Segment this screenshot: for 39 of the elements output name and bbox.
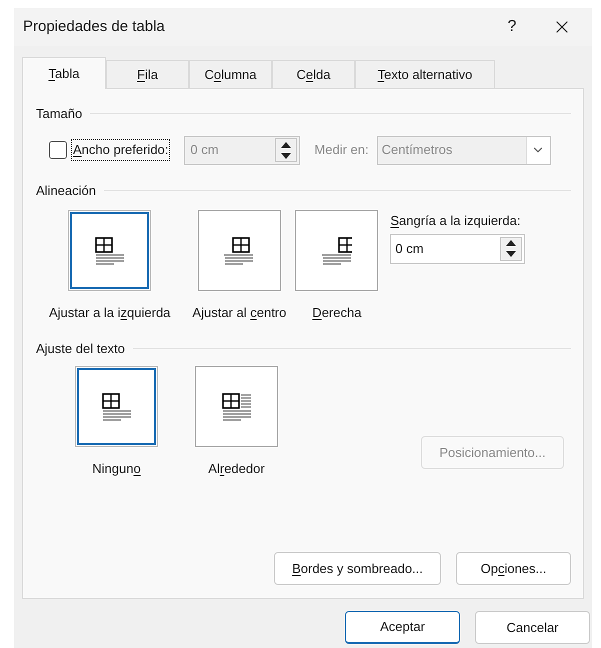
option-tile[interactable] (68, 210, 152, 291)
table-around-icon (222, 392, 252, 420)
down-arrow-icon (281, 152, 292, 158)
help-button[interactable]: ? (492, 15, 532, 39)
table-right-icon (322, 236, 352, 264)
dialog-button[interactable]: Aceptar (345, 611, 460, 644)
option-label: Ninguno (92, 460, 141, 478)
option-tile[interactable] (75, 366, 158, 447)
tab[interactable]: Tabla (22, 57, 106, 89)
table-center-icon (224, 236, 254, 264)
section-heading: Ajuste del texto (36, 340, 125, 358)
option-tile[interactable] (295, 210, 378, 291)
up-arrow-icon (281, 142, 292, 148)
unit-label: Medir en: (314, 141, 369, 160)
indent-field[interactable]: 0 cm (390, 234, 526, 264)
tab[interactable]: Columna (189, 60, 272, 89)
option-label: Alrededor (208, 460, 265, 478)
panel-button[interactable]: Opciones... (456, 552, 571, 585)
down-arrow-icon (506, 251, 516, 257)
option-label: Ajustar a la izquierda (49, 304, 170, 322)
up-arrow-icon (506, 240, 516, 246)
option-tile[interactable] (198, 210, 281, 291)
section-heading: Tamaño (36, 105, 82, 123)
tab[interactable]: Fila (106, 60, 189, 89)
panel-button[interactable]: Bordes y sombreado... (274, 552, 441, 585)
indent-label: Sangría a la izquierda: (390, 212, 522, 230)
tab[interactable]: Celda (272, 60, 355, 89)
option-tile[interactable] (195, 366, 278, 447)
window-title: Propiedades de tabla (23, 16, 166, 37)
tab[interactable]: Texto alternativo (355, 60, 495, 89)
checkbox-label: Ancho preferido: (71, 139, 170, 161)
table-none-icon (102, 392, 132, 420)
option-label: Derecha (312, 304, 362, 322)
option-label: Ajustar al centro (192, 304, 286, 322)
spin-buttons[interactable] (500, 236, 522, 260)
dialog-button[interactable]: Cancelar (475, 611, 590, 644)
section-heading: Alineación (36, 182, 96, 200)
checkbox[interactable] (49, 141, 67, 159)
table-left-icon (94, 236, 125, 264)
